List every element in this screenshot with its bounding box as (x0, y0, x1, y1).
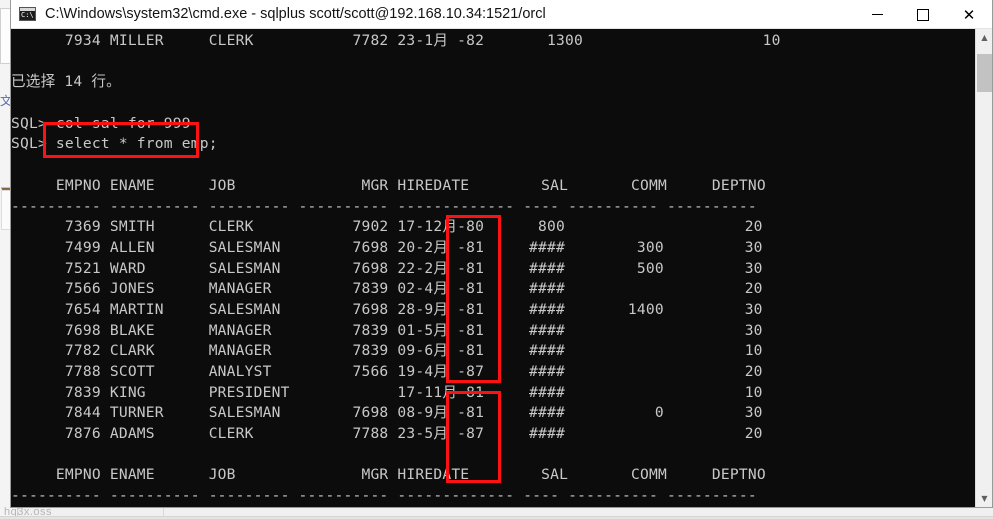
console-line: 7521 WARD SALESMAN 7698 22-2月 -81 #### 5… (11, 259, 763, 277)
window-controls: ✕ (854, 0, 992, 29)
console-line: 7566 JONES MANAGER 7839 02-4月 -81 #### 2… (11, 280, 763, 298)
close-icon[interactable]: ✕ (946, 0, 992, 29)
console-line: ---------- ---------- --------- --------… (11, 487, 757, 505)
console-line: EMPNO ENAME JOB MGR HIREDATE SAL COMM DE… (11, 176, 766, 194)
console-text: 7934 MILLER CLERK 7782 23-1月 -82 1300 10… (11, 29, 781, 507)
console-line: 7844 TURNER SALESMAN 7698 08-9月 -81 ####… (11, 404, 763, 422)
console-line: ---------- ---------- --------- --------… (11, 197, 757, 215)
console-line: 7369 SMITH CLERK 7902 17-12月-80 800 20 (11, 218, 763, 236)
console-line: 7876 ADAMS CLERK 7788 23-5月 -87 #### 20 (11, 425, 763, 443)
console-line: 7782 CLARK MANAGER 7839 09-6月 -81 #### 1… (11, 342, 763, 360)
scrollbar-up-arrow-icon[interactable]: ▲ (976, 29, 992, 46)
window-title: C:\Windows\system32\cmd.exe - sqlplus sc… (45, 6, 546, 22)
console-line: SQL> select * from emp; (11, 135, 218, 153)
cmd-window: C:\Windows\system32\cmd.exe - sqlplus sc… (10, 0, 993, 508)
console-line: 7788 SCOTT ANALYST 7566 19-4月 -87 #### 2… (11, 363, 763, 380)
maximize-button[interactable] (900, 0, 946, 29)
scrollbar-thumb[interactable] (977, 54, 992, 92)
screen: 文 ▼ hq3x.oss C:\Windows\system32\cmd.exe… (0, 0, 993, 519)
console-line: 7698 BLAKE MANAGER 7839 01-5月 -81 #### 3… (11, 321, 763, 339)
console-output-area[interactable]: 7934 MILLER CLERK 7782 23-1月 -82 1300 10… (11, 29, 992, 507)
console-line: 7499 ALLEN SALESMAN 7698 20-2月 -81 #### … (11, 238, 763, 256)
console-line: 7934 MILLER CLERK 7782 23-1月 -82 1300 10 (11, 32, 781, 49)
scrollbar-down-arrow-icon[interactable]: ▼ (976, 490, 992, 507)
console-line: 7839 KING PRESIDENT 17-11月-81 #### 10 (11, 383, 763, 401)
console-line: 已选择 14 行。 (11, 73, 121, 91)
titlebar[interactable]: C:\Windows\system32\cmd.exe - sqlplus sc… (11, 0, 992, 29)
console-line: EMPNO ENAME JOB MGR HIREDATE SAL COMM DE… (11, 466, 766, 484)
console-line: 7654 MARTIN SALESMAN 7698 28-9月 -81 ####… (11, 300, 763, 318)
vertical-scrollbar[interactable]: ▲ ▼ (975, 29, 992, 507)
console-line: SQL> col sal for 999 (11, 114, 191, 132)
minimize-button[interactable] (854, 0, 900, 29)
cmd-console-icon (19, 7, 36, 21)
